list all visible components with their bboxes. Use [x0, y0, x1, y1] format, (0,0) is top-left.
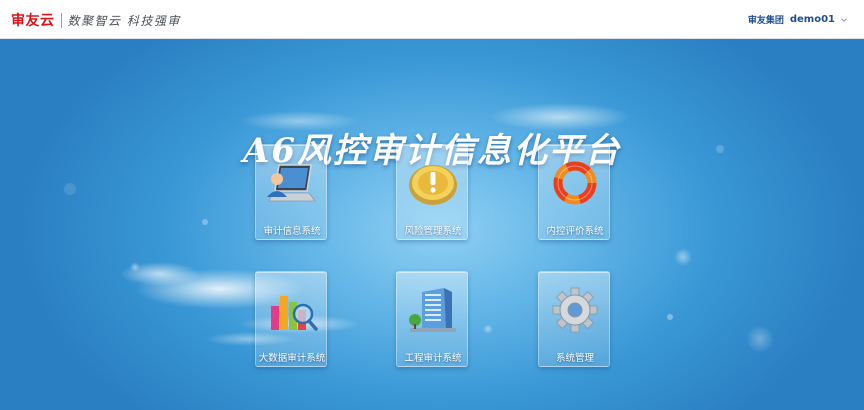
top-bar: 审友云 数聚智云 科技强审 审友集团 demo01 — [0, 0, 864, 39]
tile-system-management[interactable]: 系统管理 — [538, 271, 610, 367]
tile-engineering-audit[interactable]: 工程审计系统 — [396, 271, 468, 367]
tile-label: 内控评价系统 — [546, 226, 604, 237]
user-menu[interactable]: 审友集团 demo01 — [748, 13, 848, 26]
tile-label: 系统管理 — [555, 353, 594, 364]
gear-icon — [552, 287, 598, 333]
user-org: 审友集团 — [747, 16, 784, 26]
brand-name: 审友云 — [11, 13, 55, 29]
bar-chart-magnifier-icon — [271, 296, 318, 331]
tile-label: 大数据审计系统 — [258, 353, 326, 364]
tile-label: 风险管理系统 — [404, 226, 462, 237]
main-stage: A6风控审计信息化平台 审计信息系统 风险管理系统 内控评价系统 — [0, 39, 864, 410]
computer-user-icon — [267, 164, 316, 202]
tile-label: 审计信息系统 — [263, 226, 321, 237]
brand-divider — [60, 12, 62, 28]
user-name: demo01 — [789, 14, 835, 25]
tile-risk-management[interactable]: 风险管理系统 — [396, 144, 468, 240]
tile-internal-control[interactable]: 内控评价系统 — [538, 144, 610, 240]
brand-logo[interactable]: 审友云 数聚智云 科技强审 — [11, 11, 181, 29]
tile-label: 工程审计系统 — [404, 353, 462, 364]
building-icon — [409, 288, 456, 332]
tile-audit-info[interactable]: 审计信息系统 — [255, 144, 327, 240]
warning-icon — [409, 165, 457, 205]
ring-icon — [553, 161, 597, 205]
chevron-down-icon[interactable] — [840, 16, 848, 24]
brand-slogan: 数聚智云 科技强审 — [67, 13, 181, 28]
tile-big-data-audit[interactable]: 大数据审计系统 — [255, 271, 327, 367]
